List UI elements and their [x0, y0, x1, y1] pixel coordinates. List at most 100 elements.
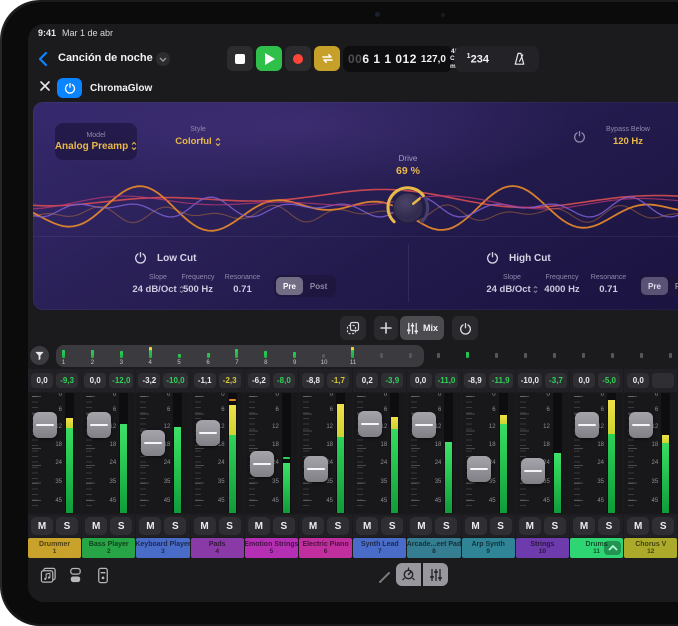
solo-button[interactable]: S: [219, 517, 241, 535]
pencil-icon[interactable]: [378, 570, 392, 584]
play-button[interactable]: [256, 46, 282, 71]
stop-button[interactable]: [227, 46, 253, 71]
lowcut-pre-button[interactable]: Pre: [276, 277, 303, 295]
fader-handle[interactable]: [141, 430, 165, 456]
volume-chip[interactable]: 0,0: [573, 373, 595, 388]
plugins-button[interactable]: [65, 565, 85, 585]
expand-channel-button[interactable]: [604, 541, 621, 555]
level-control[interactable]: Level 0.0: [665, 126, 678, 147]
mute-button[interactable]: M: [31, 517, 53, 535]
plugin-power-button[interactable]: [57, 78, 82, 98]
lowcut-post-button[interactable]: Post: [303, 277, 334, 295]
solo-button[interactable]: S: [381, 517, 403, 535]
volume-chip[interactable]: -1,1: [194, 373, 216, 388]
cycle-button[interactable]: [314, 46, 340, 71]
solo-button[interactable]: S: [652, 517, 674, 535]
mute-button[interactable]: M: [519, 517, 541, 535]
solo-button[interactable]: S: [56, 517, 78, 535]
navigator-visible-region[interactable]: [56, 345, 424, 367]
highcut-post-button[interactable]: Post: [668, 277, 678, 295]
peak-chip[interactable]: [652, 373, 674, 388]
fader-handle[interactable]: [196, 420, 220, 446]
solo-button[interactable]: S: [490, 517, 512, 535]
channel-name-label[interactable]: Keyboard Player3: [136, 538, 189, 558]
fader-handle[interactable]: [467, 456, 491, 482]
duplicate-button[interactable]: [340, 316, 366, 340]
peak-chip[interactable]: -3,9: [381, 373, 403, 388]
highcut-resonance-control[interactable]: Resonance 0.71: [581, 274, 636, 295]
solo-button[interactable]: S: [327, 517, 349, 535]
volume-chip[interactable]: -10,0: [518, 373, 542, 388]
solo-button[interactable]: S: [435, 517, 457, 535]
fader-handle[interactable]: [629, 412, 653, 438]
mixer-power-button[interactable]: [452, 316, 478, 340]
faders-view-button[interactable]: [423, 563, 448, 586]
peak-chip[interactable]: -12,0: [109, 373, 133, 388]
channel-name-label[interactable]: Bass Player2: [82, 538, 135, 558]
volume-chip[interactable]: -3,2: [138, 373, 160, 388]
bypass-power-icon[interactable]: [573, 130, 586, 143]
controls-view-button[interactable]: [396, 563, 421, 586]
lowcut-resonance-control[interactable]: Resonance 0.71: [215, 274, 270, 295]
fader-handle[interactable]: [575, 412, 599, 438]
channel-name-label[interactable]: Arcade...eet Pad8: [407, 538, 460, 558]
fader-handle[interactable]: [358, 411, 382, 437]
drive-knob[interactable]: [378, 176, 438, 236]
solo-button[interactable]: S: [273, 517, 295, 535]
highcut-power-icon[interactable]: [486, 251, 499, 264]
mute-button[interactable]: M: [627, 517, 649, 535]
solo-button[interactable]: S: [544, 517, 566, 535]
mute-button[interactable]: M: [248, 517, 270, 535]
add-track-button[interactable]: [374, 316, 398, 340]
peak-chip[interactable]: -11,0: [435, 373, 459, 388]
peak-chip[interactable]: -11,9: [489, 373, 513, 388]
peak-chip[interactable]: -2,3: [219, 373, 241, 388]
style-selector[interactable]: Style Colorful: [138, 126, 258, 147]
fader-handle[interactable]: [250, 451, 274, 477]
solo-button[interactable]: S: [164, 517, 186, 535]
mute-button[interactable]: M: [573, 517, 595, 535]
fader-handle[interactable]: [33, 412, 57, 438]
lcd-display[interactable]: 006 1 1 012 127,0 4/4 C maj In Out MIDI: [343, 46, 452, 72]
mute-button[interactable]: M: [410, 517, 432, 535]
model-selector[interactable]: Model Analog Preamp: [55, 123, 137, 160]
volume-chip[interactable]: 0,0: [84, 373, 106, 388]
mute-button[interactable]: M: [302, 517, 324, 535]
channel-name-label[interactable]: Electric Piano6: [299, 538, 352, 558]
project-title[interactable]: Canción de noche: [58, 52, 153, 64]
solo-button[interactable]: S: [110, 517, 132, 535]
mute-button[interactable]: M: [356, 517, 378, 535]
peak-chip[interactable]: -8,0: [273, 373, 295, 388]
fader-handle[interactable]: [87, 412, 111, 438]
channel-name-label[interactable]: Synth Lead7: [353, 538, 406, 558]
volume-chip[interactable]: -8,9: [464, 373, 486, 388]
volume-chip[interactable]: 0,0: [410, 373, 432, 388]
peak-chip[interactable]: -3,7: [545, 373, 567, 388]
solo-button[interactable]: S: [598, 517, 620, 535]
close-icon[interactable]: [39, 80, 51, 92]
channel-name-label[interactable]: Strings10: [516, 538, 569, 558]
count-in-button[interactable]: 1234: [467, 53, 489, 66]
metronome-icon[interactable]: [512, 52, 527, 67]
peak-chip[interactable]: -5,0: [598, 373, 620, 388]
lowcut-power-icon[interactable]: [134, 251, 147, 264]
mute-button[interactable]: M: [194, 517, 216, 535]
mix-button[interactable]: Mix: [400, 316, 444, 340]
fader-handle[interactable]: [304, 456, 328, 482]
mute-button[interactable]: M: [139, 517, 161, 535]
fader-handle[interactable]: [521, 458, 545, 484]
loops-browser-button[interactable]: [38, 565, 58, 585]
volume-chip[interactable]: 0,0: [627, 373, 649, 388]
channel-strip-button[interactable]: [93, 565, 113, 585]
channel-name-label[interactable]: Emotion Strings5: [245, 538, 298, 558]
channel-name-label[interactable]: Pads4: [191, 538, 244, 558]
back-chevron-icon[interactable]: [38, 51, 48, 67]
channel-name-label[interactable]: Arp Synth9: [462, 538, 515, 558]
peak-chip[interactable]: -10,0: [163, 373, 187, 388]
volume-chip[interactable]: 0,2: [356, 373, 378, 388]
fader-handle[interactable]: [412, 412, 436, 438]
volume-chip[interactable]: -8,8: [302, 373, 324, 388]
highcut-pre-button[interactable]: Pre: [641, 277, 668, 295]
mute-button[interactable]: M: [465, 517, 487, 535]
peak-chip[interactable]: -9,3: [56, 373, 78, 388]
